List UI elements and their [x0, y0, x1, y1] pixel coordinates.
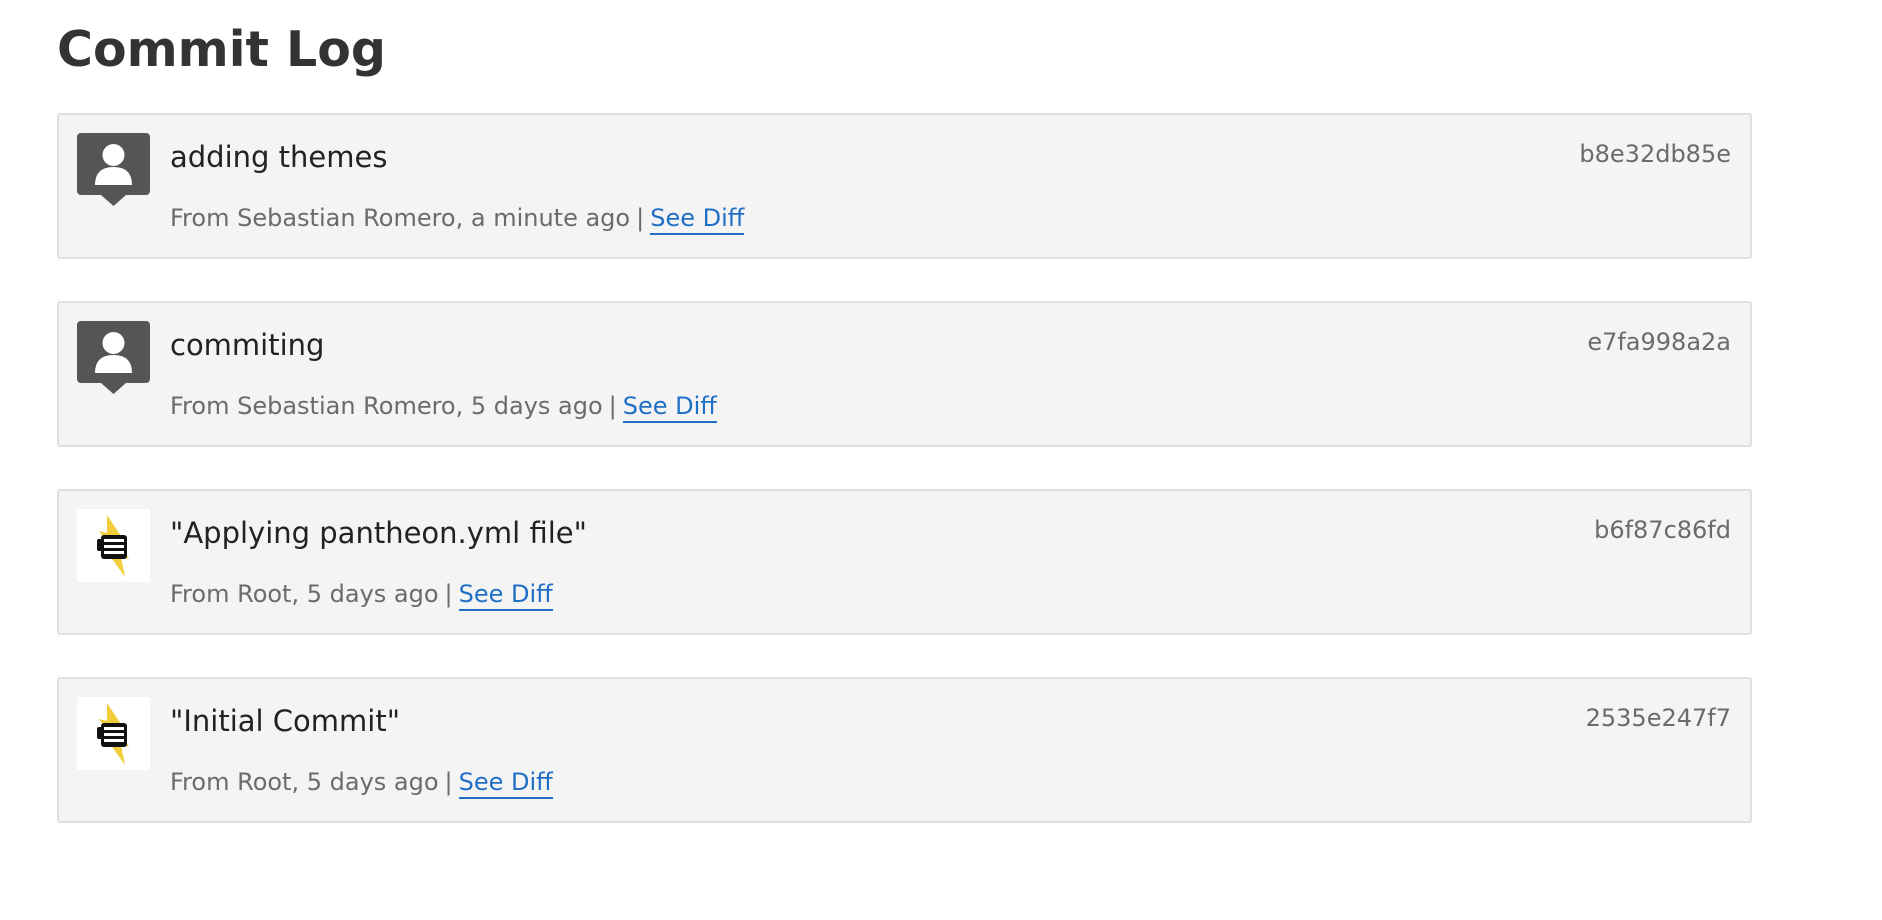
commit-message: commiting: [170, 328, 325, 362]
commit-hash: 2535e247f7: [1585, 704, 1731, 732]
commit-item: "Initial Commit" From Root, 5 days ago | S…: [57, 677, 1752, 823]
pantheon-fist-logo-icon: [77, 697, 150, 770]
commit-meta: From Root, 5 days ago | See Diff: [170, 577, 553, 611]
commit-hash: b6f87c86fd: [1594, 516, 1731, 544]
commit-item: "Applying pantheon.yml file" From Root, …: [57, 489, 1752, 635]
commit-meta: From Sebastian Romero, a minute ago | See …: [170, 201, 745, 235]
commit-message: "Initial Commit": [170, 704, 401, 738]
see-diff-link[interactable]: See Diff: [650, 204, 745, 235]
commit-list: adding themes From Sebastian Romero, a m…: [57, 113, 1752, 823]
commit-message: adding themes: [170, 140, 388, 174]
meta-separator: |: [636, 204, 645, 232]
pantheon-fist-logo-icon: [77, 509, 150, 582]
meta-separator: |: [608, 392, 617, 420]
person-avatar-icon: [77, 133, 150, 206]
commit-meta: From Sebastian Romero, 5 days ago | See Di…: [170, 389, 717, 423]
meta-separator: |: [444, 768, 453, 796]
commit-meta: From Root, 5 days ago | See Diff: [170, 765, 553, 799]
person-avatar-icon: [77, 321, 150, 394]
commit-item: commiting From Sebastian Romero, 5 days …: [57, 301, 1752, 447]
see-diff-link[interactable]: See Diff: [458, 768, 553, 799]
commit-log-page: Commit Log adding themes From Sebastian …: [0, 0, 1882, 823]
commit-item: adding themes From Sebastian Romero, a m…: [57, 113, 1752, 259]
commit-author-time: From Sebastian Romero, a minute ago: [170, 204, 631, 232]
commit-hash: e7fa998a2a: [1587, 328, 1731, 356]
commit-author-time: From Root, 5 days ago: [170, 768, 439, 796]
commit-hash: b8e32db85e: [1579, 140, 1731, 168]
commit-author-time: From Sebastian Romero, 5 days ago: [170, 392, 603, 420]
page-title: Commit Log: [57, 21, 386, 78]
see-diff-link[interactable]: See Diff: [622, 392, 717, 423]
commit-message: "Applying pantheon.yml file": [170, 516, 587, 550]
commit-author-time: From Root, 5 days ago: [170, 580, 439, 608]
see-diff-link[interactable]: See Diff: [458, 580, 553, 611]
meta-separator: |: [444, 580, 453, 608]
